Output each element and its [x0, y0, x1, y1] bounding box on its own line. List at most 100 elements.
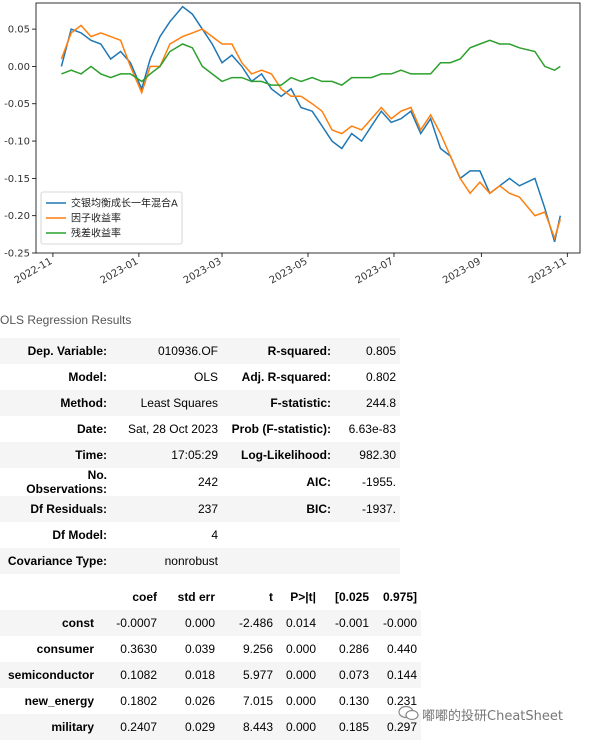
summary-row: Dep. Variable: 010936.OF R-squared: 0.805	[0, 338, 400, 364]
summary-label: Df Residuals:	[0, 496, 111, 522]
coef-cell: 0.286	[338, 642, 369, 656]
coef-cell: 5.977	[219, 662, 277, 688]
coef-cell: 9.256	[242, 642, 273, 656]
summary-value: nonrobust	[111, 548, 222, 574]
coef-cell: 0.029	[161, 714, 219, 740]
summary-label: BIC:	[222, 496, 335, 522]
coef-header-cell: t	[269, 590, 273, 604]
coef-cell: 0.026	[184, 694, 215, 708]
x-tick-label: 2023-01	[99, 256, 141, 286]
coef-cell: 0.000	[285, 642, 316, 656]
summary-label: Log-Likelihood:	[222, 442, 335, 468]
y-tick-label: -0.05	[4, 99, 30, 110]
y-tick-label: -0.20	[4, 211, 30, 222]
coef-cell: 0.000	[277, 714, 320, 740]
summary-value: 244.8	[335, 390, 400, 416]
summary-value: -1937.	[335, 496, 400, 522]
ols-caption: OLS Regression Results	[0, 313, 132, 327]
summary-value	[335, 522, 400, 548]
coef-cell: 0.130	[338, 694, 369, 708]
x-tick-label: 2023-11	[527, 256, 569, 286]
summary-row: No. Observations: 242 AIC: -1955.	[0, 468, 400, 496]
ols-summary-table: Dep. Variable: 010936.OF R-squared: 0.805 Mo…	[0, 338, 400, 574]
coef-cell: 0.185	[320, 714, 373, 740]
x-tick-label: 2022-11	[13, 256, 55, 286]
coefficient-table: coef std err t P>|t| [0.025 0.975] const -0.00…	[0, 584, 421, 740]
summary-value: 982.30	[335, 442, 400, 468]
y-tick-label: 0.00	[8, 62, 30, 73]
summary-value: 0.805	[335, 338, 400, 364]
summary-label	[222, 548, 335, 574]
y-tick-label: 0.05	[8, 25, 30, 36]
legend-label: 因子收益率	[71, 212, 121, 225]
summary-value: Sat, 28 Oct 2023	[127, 422, 218, 436]
coef-cell: 0.1082	[98, 662, 161, 688]
coef-row-label: const	[0, 610, 98, 636]
summary-label: F-statistic:	[222, 390, 335, 416]
summary-row: Df Model: 4	[0, 522, 400, 548]
summary-value: 17:05:29	[111, 442, 222, 468]
y-tick-label: -0.15	[4, 174, 30, 185]
watermark-text: 嘟嘟的投研CheatSheet	[422, 709, 563, 724]
coef-cell: 7.015	[242, 694, 273, 708]
wechat-icon	[398, 705, 419, 721]
summary-label: Covariance Type:	[0, 548, 111, 574]
coef-row-label: military	[0, 714, 98, 740]
coef-cell: 0.000	[161, 610, 219, 636]
x-axis: 2022-11 2023-01 2023-03 2023-05 2023-07 2023-…	[13, 253, 569, 286]
summary-value: Least Squares	[111, 390, 222, 416]
coef-row-label: consumer	[36, 642, 94, 656]
summary-value	[335, 548, 400, 574]
coef-cell: -0.000	[373, 610, 421, 636]
summary-label: R-squared:	[222, 338, 335, 364]
coef-cell: -0.001	[320, 610, 373, 636]
coef-header-cell: 0.975]	[382, 590, 417, 604]
coef-cell: 0.039	[184, 642, 215, 656]
summary-value: 237	[111, 496, 222, 522]
coef-cell: 0.1802	[120, 694, 157, 708]
summary-label: Prob (F-statistic):	[231, 422, 331, 436]
coef-header-cell: P>|t|	[290, 590, 316, 604]
summary-label: Method:	[0, 390, 111, 416]
summary-row: Model: OLS Adj. R-squared: 0.802	[0, 364, 400, 390]
coef-row-label: semiconductor	[0, 662, 98, 688]
summary-label: Dep. Variable:	[0, 338, 111, 364]
coef-header-cell: [0.025	[334, 590, 369, 604]
coef-cell: 0.2407	[98, 714, 161, 740]
legend-label: 残差收益率	[71, 227, 121, 240]
summary-value: OLS	[193, 370, 218, 384]
x-tick-label: 2023-03	[182, 256, 224, 286]
coef-cell: 0.440	[386, 642, 417, 656]
coef-header-cell: coef	[132, 590, 157, 604]
summary-label: Adj. R-squared:	[241, 370, 331, 384]
y-tick-label: -0.10	[4, 137, 30, 148]
x-tick-label: 2023-05	[268, 256, 310, 286]
summary-label: Time:	[0, 442, 111, 468]
coef-cell: 0.018	[161, 662, 219, 688]
summary-label: Model:	[68, 370, 107, 384]
summary-value: 6.63e-83	[348, 422, 396, 436]
coef-cell: 0.144	[373, 662, 421, 688]
line-chart: 0.05 0.00 -0.05 -0.10 -0.15 -0.20 -0.25 2022-1…	[4, 2, 581, 286]
summary-value: 242	[197, 475, 218, 489]
summary-row: Covariance Type: nonrobust	[0, 548, 400, 574]
coef-cell: -2.486	[219, 610, 277, 636]
summary-row: Df Residuals: 237 BIC: -1937.	[0, 496, 400, 522]
coef-row: new_energy 0.1802 0.026 7.015 0.000 0.130 0.23…	[0, 688, 421, 714]
coef-header-row: coef std err t P>|t| [0.025 0.975]	[0, 584, 421, 610]
x-tick-label: 2023-07	[354, 256, 396, 286]
summary-value: 010936.OF	[111, 338, 222, 364]
summary-label	[222, 522, 335, 548]
summary-label: Df Model:	[52, 528, 107, 542]
coef-cell: 0.073	[320, 662, 373, 688]
summary-row: Date: Sat, 28 Oct 2023 Prob (F-statistic):…	[0, 416, 400, 442]
legend-label: 交银均衡成长一年混合A	[71, 197, 178, 210]
coef-cell: 0.014	[277, 610, 320, 636]
coef-row: consumer 0.3630 0.039 9.256 0.000 0.286 0.440	[0, 636, 421, 662]
summary-value: 0.802	[365, 370, 396, 384]
coef-cell: -0.0007	[98, 610, 161, 636]
summary-value: 4	[211, 528, 218, 542]
summary-label: Date:	[76, 422, 107, 436]
summary-row: Method: Least Squares F-statistic: 244.8	[0, 390, 400, 416]
coef-cell: 0.3630	[120, 642, 157, 656]
